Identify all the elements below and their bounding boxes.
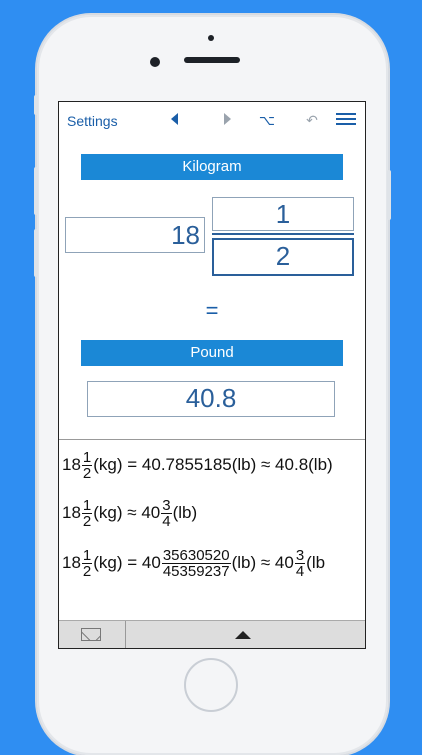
power-button — [387, 170, 391, 220]
mute-switch — [34, 95, 38, 115]
denominator-value: 2 — [275, 241, 291, 271]
settings-button[interactable]: Settings — [67, 113, 118, 129]
forward-arrow-icon[interactable] — [224, 113, 231, 125]
option-key-icon[interactable]: ⌥ — [257, 111, 277, 129]
equals-sign: = — [205, 298, 219, 323]
app-screen: Settings ⌥ ↶ Kilogram 18 1 2 = Pound 40.… — [58, 101, 366, 649]
front-camera — [150, 57, 160, 67]
back-arrow-icon[interactable] — [171, 113, 178, 125]
input-unit-selector[interactable]: Kilogram — [81, 154, 343, 180]
toolbar: Settings ⌥ ↶ — [59, 102, 365, 138]
numerator-value: 1 — [275, 199, 291, 229]
result-line-exact-fraction: 18 1 2 (kg) = 40 35630520 45359237 (lb) ≈ 40 3 4… — [62, 547, 326, 580]
output-unit-selector[interactable]: Pound — [81, 340, 343, 366]
result-value: 40.8 — [185, 383, 237, 413]
whole-number-value: 18 — [171, 220, 200, 250]
divider — [59, 439, 365, 440]
numerator-field[interactable]: 1 — [212, 197, 354, 231]
result-field: 40.8 — [87, 381, 335, 417]
volume-up-button — [34, 167, 38, 215]
earpiece-speaker — [184, 57, 240, 63]
undo-icon[interactable]: ↶ — [302, 111, 322, 129]
denominator-field[interactable]: 2 — [212, 238, 354, 276]
menu-icon[interactable] — [336, 112, 356, 130]
mail-icon — [81, 628, 101, 641]
bottom-bar — [59, 620, 365, 648]
result-line-approx-fraction: 18 1 2 (kg) ≈ 40 3 4 (lb) — [62, 497, 198, 530]
fraction-bar — [212, 233, 354, 235]
expand-up-icon[interactable] — [235, 631, 251, 639]
whole-number-field[interactable]: 18 — [65, 217, 205, 253]
home-button[interactable] — [184, 658, 238, 712]
front-sensor — [208, 35, 214, 41]
volume-down-button — [34, 229, 38, 277]
result-line-decimal: 18 1 2 (kg) = 40.7855185(lb) ≈ 40.8(lb) — [62, 449, 333, 482]
mail-button[interactable] — [59, 621, 126, 648]
